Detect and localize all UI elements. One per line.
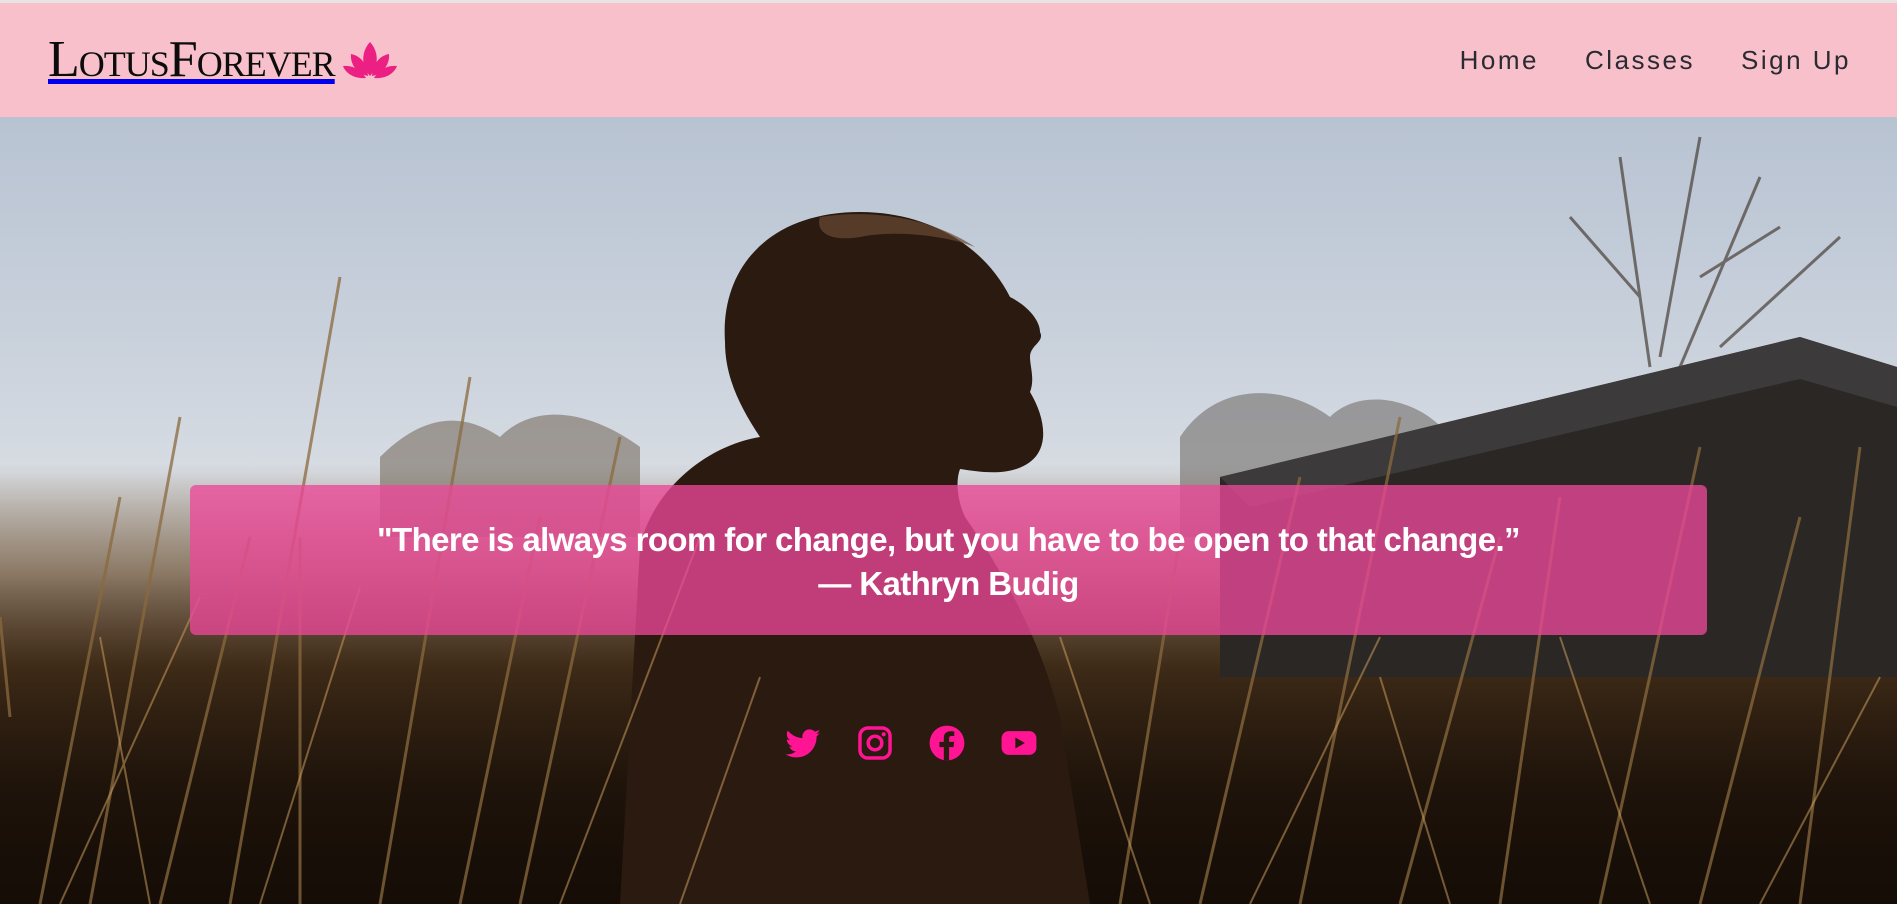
site-header: LotusForever Home Classes Sign Up (0, 3, 1897, 117)
quote-text: "There is always room for change, but yo… (377, 521, 1521, 558)
main-nav: Home Classes Sign Up (1460, 45, 1851, 76)
brand-logo-link[interactable]: LotusForever (48, 34, 399, 86)
twitter-icon[interactable] (784, 724, 822, 762)
brand-name: LotusForever (48, 31, 336, 88)
instagram-icon[interactable] (856, 724, 894, 762)
nav-classes[interactable]: Classes (1585, 45, 1695, 76)
facebook-icon[interactable] (928, 724, 966, 762)
quote-box: "There is always room for change, but yo… (190, 485, 1707, 635)
social-links (784, 724, 1038, 762)
quote-author: — Kathryn Budig (818, 565, 1079, 602)
hero-section: "There is always room for change, but yo… (0, 117, 1897, 904)
lotus-icon (342, 42, 397, 79)
youtube-icon[interactable] (1000, 724, 1038, 762)
nav-sign-up[interactable]: Sign Up (1741, 45, 1851, 76)
nav-home[interactable]: Home (1460, 45, 1539, 76)
